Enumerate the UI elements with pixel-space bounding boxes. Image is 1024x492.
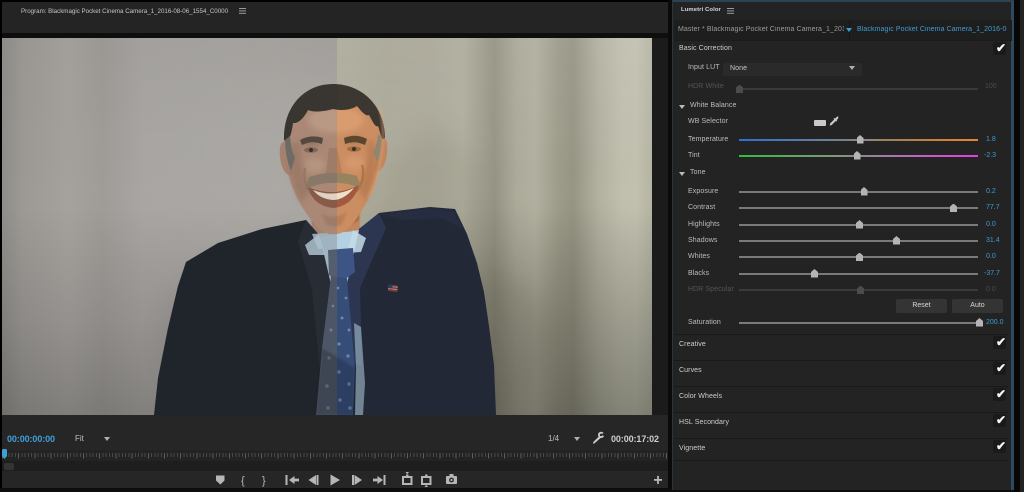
svg-text:{: { xyxy=(241,475,245,487)
svg-text:}: } xyxy=(262,475,266,487)
